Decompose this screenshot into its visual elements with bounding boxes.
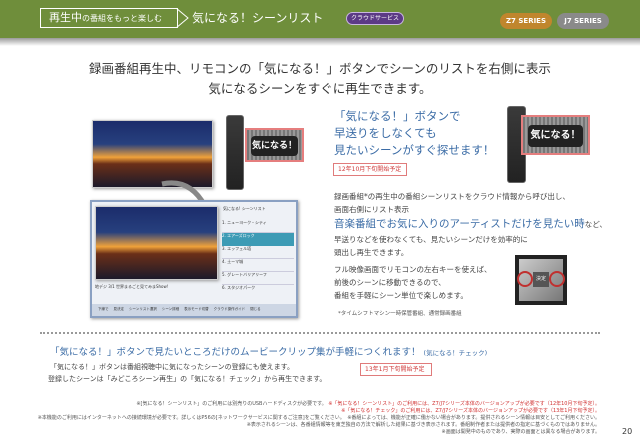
guide-item: 下線で	[98, 307, 109, 311]
right-key-highlight	[549, 271, 565, 287]
breadcrumb: 再生中の番組をもっと楽しむ	[40, 8, 178, 28]
kininaru-label: 気になる！	[251, 136, 298, 156]
description: 録画番組*の再生中の番組シーンリストをクラウド情報から呼び出し、 画面右側にリス…	[334, 190, 607, 259]
kininaru-label: 気になる！	[528, 125, 583, 147]
tv-footer-guide: 下線で 見決定 シーンリスト選択 シーン詳細 表示モード切替 クラウド操作ガイド 閉じる	[92, 304, 296, 316]
scene-list-title: 気になる! シーンリスト	[223, 206, 266, 211]
bottom-headline-text: 「気になる！」ボタンで見たいところだけのムービークリップ集が手軽につくれます！	[50, 347, 421, 358]
headline-line: 早送りをしなくても	[334, 126, 437, 140]
guide-item: シーンリスト選択	[129, 307, 157, 311]
headline-line: 見たいシーンがすぐ探せます！	[334, 143, 495, 157]
breadcrumb-rest: の番組をもっと楽しむ	[82, 14, 162, 23]
j7-series-badge: J7 SERIES	[557, 13, 609, 29]
scene-item[interactable]: 6. スタジオパーク	[222, 285, 294, 298]
guide-item: クラウド操作ガイド	[213, 307, 246, 311]
cloud-service-badge: クラウドサービス	[346, 12, 404, 25]
dpad-description: フル映像画面でリモコンの左右キーを使えば、 前後のシーンに移動できるので、 番組…	[334, 263, 492, 302]
dpad-line: フル映像画面でリモコンの左右キーを使えば、	[334, 265, 492, 274]
tv-scene-list-screen: 地デジ 3/1 世界まるごと見てみまShow! 気になる! シーンリスト 1. …	[90, 200, 298, 318]
guide-item: シーン詳細	[161, 307, 180, 311]
bottom-line-1: 「気になる！」ボタンは番組視聴中に気になったシーンの登録にも使えます。	[50, 363, 294, 371]
remote-image	[226, 115, 244, 190]
page-number: 20	[622, 427, 633, 436]
note: ※画面は開発中のものであり、実際の画面とは異なる場合があります。	[441, 429, 600, 435]
guide-item: 見決定	[113, 307, 125, 311]
dpad-line: 番組を手軽にシーン単位で楽しめます。	[334, 291, 468, 300]
scene-item[interactable]: 3. エッフェル塔	[222, 246, 294, 259]
guide-item: 表示モード切替	[184, 307, 209, 311]
note: ※[気になる！シーンリスト」のご利用には別売りのUSBハードディスクが必要です。	[136, 401, 327, 407]
divider	[40, 332, 600, 334]
dpad-center-key: 決定	[533, 272, 549, 287]
lead-line-2: 気になるシーンをすぐに再生できます。	[208, 81, 432, 96]
scene-item[interactable]: 5. グレートバリアリーフ	[222, 272, 294, 285]
dpad-image: 決定	[515, 255, 567, 305]
bottom-headline: 「気になる！」ボタンで見たいところだけのムービークリップ集が手軽につくれます！ …	[50, 344, 487, 358]
note-red: ※「気になる！チェック」のご利用には、Z7/J7シリーズ本体のバージョンアップが…	[341, 408, 600, 414]
tv-caption: 地デジ 3/1 世界まるごと見てみまShow!	[95, 284, 169, 289]
headline: 「気になる！」ボタンで 早送りをしなくても 見たいシーンがすぐ探せます！	[334, 108, 494, 159]
kininaru-button-image-2: 気になる！	[521, 115, 590, 155]
desc-line: 録画番組*の再生中の番組シーンリストをクラウド情報から呼び出し、	[334, 192, 570, 201]
page-title: 気になる！シーンリスト	[192, 11, 324, 25]
note: ※表示されるシーンは、各番組情報等を東芝独自の方法で解析した結果に基づき表示され…	[246, 422, 600, 428]
z7-series-badge: Z7 SERIES	[500, 13, 552, 29]
desc-highlight-tail: など、	[584, 220, 607, 229]
bottom-line-2: 登録したシーンは「みどころシーン再生」の「気になる！チェック」から再生できます。	[48, 375, 327, 383]
left-key-highlight	[517, 271, 533, 287]
headline-line: 「気になる！」ボタンで	[334, 109, 461, 123]
desc-line: 画面右側にリスト表示	[334, 205, 409, 214]
scene-item[interactable]: 1. ニューヨーク・シティ	[222, 220, 294, 233]
tv-screen-photo	[95, 206, 218, 280]
breadcrumb-main: 再生中	[49, 11, 82, 24]
note: ※本機能のご利用にはインターネットへの接続環境が必要です。詳しくはP56の[ネッ…	[37, 415, 600, 421]
footnote-recording: *タイムシフトマシン一時保管番組、通常録画番組	[338, 311, 462, 317]
scene-item[interactable]: 4. 土ーマ城	[222, 259, 294, 272]
desc-line: 早送りなどを使わなくても、見たいシーンだけを効率的に	[334, 235, 528, 244]
release-badge-2: 13年1月下旬開始予定	[360, 363, 432, 376]
bottom-headline-sub: (気になる！チェック)	[423, 349, 488, 357]
release-badge-1: 12年10月下旬開始予定	[333, 163, 407, 176]
scene-item-selected[interactable]: 2. エアーズロック	[222, 233, 294, 246]
guide-item: 閉じる	[250, 307, 261, 311]
chevron-right-icon	[176, 8, 189, 28]
desc-highlight: 音楽番組でお気に入りのアーティストだけを見たい時	[334, 218, 585, 230]
dpad-line: 前後のシーンに移動できるので、	[334, 278, 446, 287]
header-shadow	[0, 38, 640, 46]
kininaru-button-image: 気になる！	[245, 128, 304, 162]
lead-line-1: 録画番組再生中、リモコンの「気になる！」ボタンでシーンのリストを右側に表示	[89, 61, 551, 76]
